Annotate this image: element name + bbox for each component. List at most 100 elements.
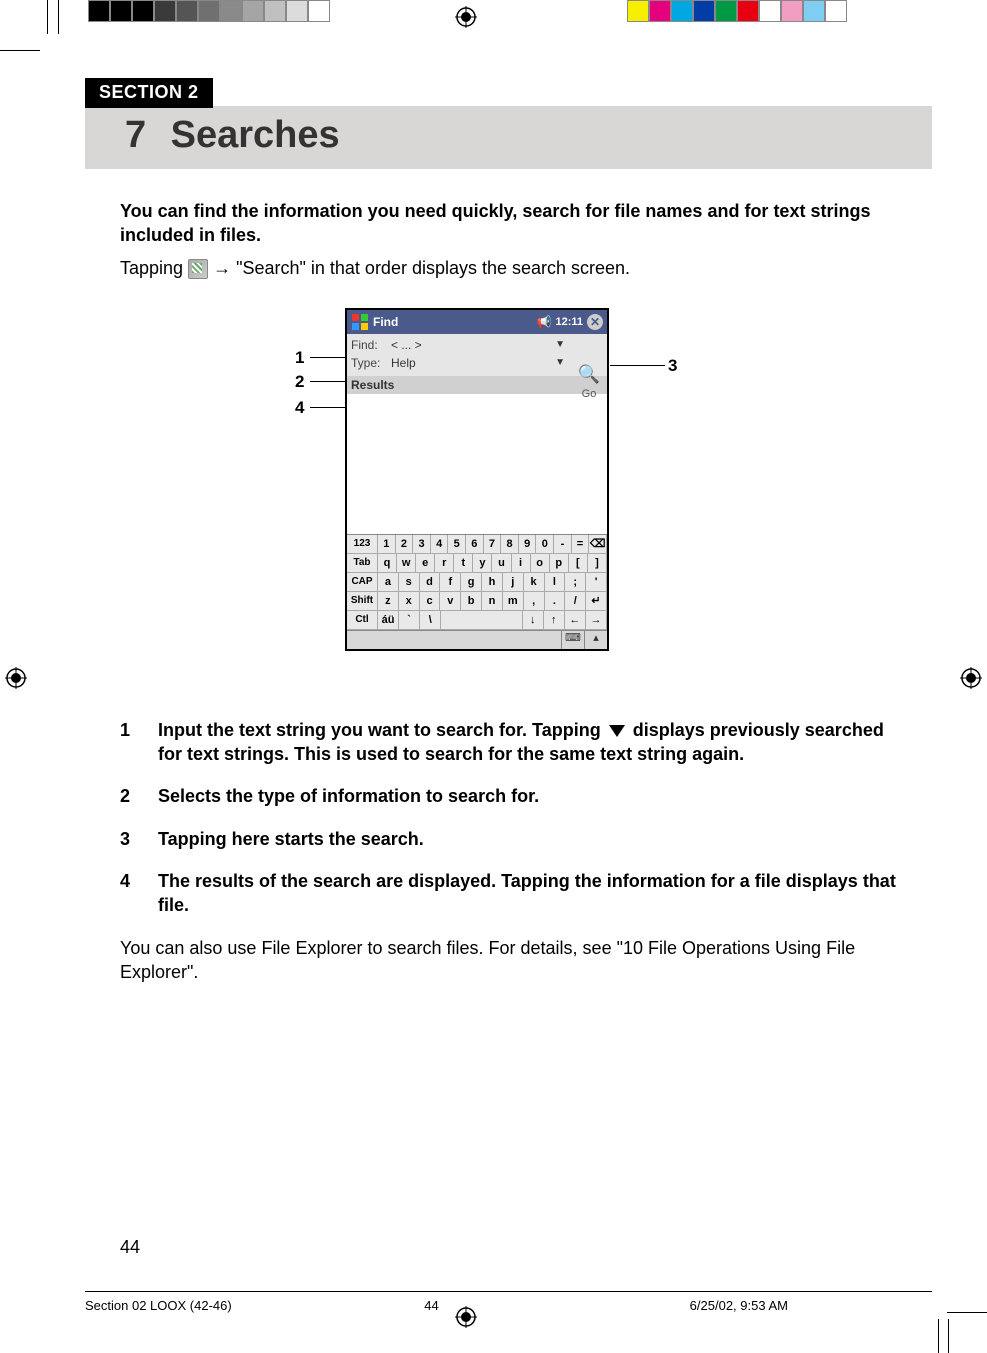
color-swatch xyxy=(649,0,671,22)
key[interactable]: 123 xyxy=(347,535,378,553)
key[interactable]: b xyxy=(461,592,482,610)
key[interactable]: 9 xyxy=(519,535,537,553)
list-item: 1 Input the text string you want to sear… xyxy=(120,718,900,767)
key[interactable]: z xyxy=(378,592,399,610)
find-field[interactable]: < ... > ▼ xyxy=(391,338,569,352)
key[interactable]: Ctl xyxy=(347,611,378,629)
key[interactable]: ↵ xyxy=(586,592,607,610)
crop-mark xyxy=(947,1312,987,1313)
key[interactable]: g xyxy=(461,573,482,591)
key[interactable]: o xyxy=(531,554,550,572)
callout-3: 3 xyxy=(668,356,677,376)
key[interactable]: . xyxy=(545,592,566,610)
pda-time: 12:11 xyxy=(555,316,583,328)
key[interactable]: t xyxy=(454,554,473,572)
key[interactable]: i xyxy=(512,554,531,572)
key[interactable]: 5 xyxy=(448,535,466,553)
key[interactable]: p xyxy=(550,554,569,572)
crop-mark xyxy=(58,0,59,34)
key[interactable]: - xyxy=(554,535,572,553)
footer-right: 6/25/02, 9:53 AM xyxy=(570,1298,932,1313)
soft-keyboard[interactable]: 1231234567890-=⌫Tabqwertyuiop[]CAPasdfgh… xyxy=(347,534,607,630)
key[interactable]: n xyxy=(482,592,503,610)
search-icon: 🔍 xyxy=(575,362,603,388)
key[interactable]: s xyxy=(399,573,420,591)
key[interactable]: ` xyxy=(399,611,420,629)
key[interactable]: 0 xyxy=(536,535,554,553)
key[interactable]: ⌫ xyxy=(589,535,607,553)
list-item: 2 Selects the type of information to sea… xyxy=(120,784,900,808)
key[interactable]: = xyxy=(572,535,590,553)
key[interactable]: 3 xyxy=(413,535,431,553)
up-arrow-icon[interactable]: ▴ xyxy=(584,631,607,649)
keyboard-toggle-icon[interactable]: ⌨ xyxy=(561,631,584,649)
key[interactable]: f xyxy=(440,573,461,591)
go-label: Go xyxy=(575,388,603,400)
key[interactable] xyxy=(441,611,522,629)
key[interactable]: → xyxy=(586,611,607,629)
key[interactable]: c xyxy=(420,592,441,610)
key[interactable]: q xyxy=(378,554,397,572)
key[interactable]: CAP xyxy=(347,573,378,591)
go-button[interactable]: 🔍 Go xyxy=(575,362,603,400)
registration-mark-icon xyxy=(960,667,982,689)
windows-logo-icon xyxy=(351,313,369,331)
key[interactable]: 1 xyxy=(378,535,396,553)
key[interactable]: \ xyxy=(420,611,441,629)
footer-center: 44 xyxy=(424,1298,569,1313)
title-bar: 7 Searches xyxy=(85,106,932,169)
key[interactable]: Shift xyxy=(347,592,378,610)
item-text: Tapping here starts the search. xyxy=(158,827,424,851)
key[interactable]: ↓ xyxy=(523,611,544,629)
type-field[interactable]: Help ▼ xyxy=(391,356,569,370)
key[interactable]: r xyxy=(435,554,454,572)
key[interactable]: j xyxy=(503,573,524,591)
section-tag: SECTION 2 xyxy=(85,78,213,108)
key[interactable]: 8 xyxy=(501,535,519,553)
color-swatch xyxy=(627,0,649,22)
key[interactable]: d xyxy=(420,573,441,591)
key[interactable]: h xyxy=(482,573,503,591)
color-swatch xyxy=(759,0,781,22)
crop-mark xyxy=(948,1319,949,1353)
pda-bottombar: ⌨ ▴ xyxy=(347,630,607,649)
key[interactable]: ; xyxy=(565,573,586,591)
color-swatch xyxy=(154,0,176,22)
key[interactable]: k xyxy=(524,573,545,591)
pda-form: Find: < ... > ▼ Type: Help ▼ xyxy=(347,334,607,376)
color-swatch xyxy=(198,0,220,22)
key[interactable]: m xyxy=(503,592,524,610)
find-value: < ... > xyxy=(391,338,422,352)
key[interactable]: ' xyxy=(586,573,607,591)
key[interactable]: Tab xyxy=(347,554,378,572)
key[interactable]: y xyxy=(473,554,492,572)
key[interactable]: 2 xyxy=(396,535,414,553)
key[interactable]: u xyxy=(492,554,511,572)
key[interactable]: ] xyxy=(588,554,607,572)
close-icon[interactable]: ✕ xyxy=(587,314,603,330)
key[interactable]: ↑ xyxy=(544,611,565,629)
key[interactable]: v xyxy=(440,592,461,610)
chapter-title: Searches xyxy=(171,114,340,156)
key[interactable]: , xyxy=(524,592,545,610)
color-swatch xyxy=(264,0,286,22)
key[interactable]: 7 xyxy=(484,535,502,553)
key[interactable]: [ xyxy=(569,554,588,572)
find-label: Find: xyxy=(351,338,391,352)
footer-left: Section 02 LOOX (42-46) xyxy=(85,1298,424,1313)
pda-screenshot: Find 📢 12:11 ✕ Find: < ... > ▼ xyxy=(345,308,609,651)
key[interactable]: áü xyxy=(378,611,399,629)
key[interactable]: w xyxy=(397,554,416,572)
color-swatch xyxy=(693,0,715,22)
key[interactable]: 6 xyxy=(466,535,484,553)
key[interactable]: e xyxy=(416,554,435,572)
key[interactable]: l xyxy=(545,573,566,591)
key[interactable]: x xyxy=(399,592,420,610)
key[interactable]: ← xyxy=(565,611,586,629)
key[interactable]: 4 xyxy=(431,535,449,553)
intro-paragraph: You can find the information you need qu… xyxy=(120,199,900,280)
crop-mark xyxy=(47,0,48,34)
key[interactable]: / xyxy=(565,592,586,610)
item-number: 3 xyxy=(120,827,158,851)
key[interactable]: a xyxy=(378,573,399,591)
